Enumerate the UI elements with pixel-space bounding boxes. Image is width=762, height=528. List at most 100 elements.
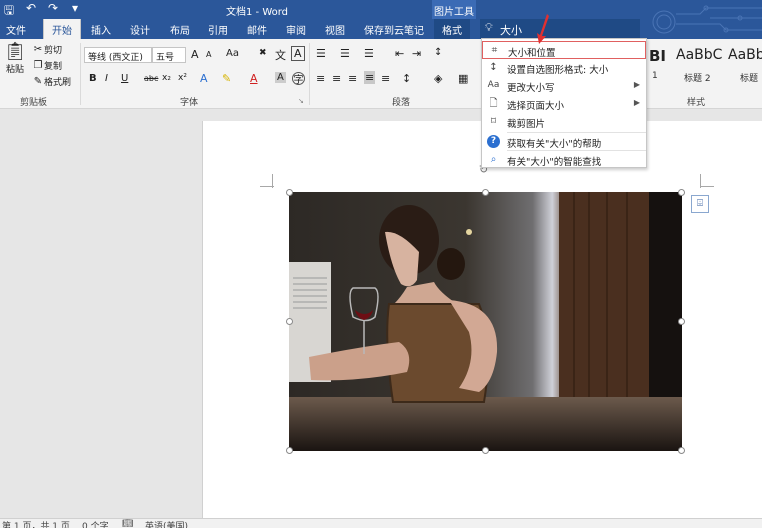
crop-mark — [700, 186, 714, 187]
resize-handle[interactable] — [482, 447, 489, 454]
resize-handle[interactable] — [678, 189, 685, 196]
submenu-arrow-icon: ▶ — [633, 80, 640, 89]
change-case-button[interactable]: Aa — [226, 48, 239, 59]
tab-design[interactable]: 设计 — [130, 22, 150, 37]
picture-tools-label: 图片工具 — [432, 0, 476, 19]
align-center-icon[interactable]: ≡ — [332, 72, 341, 85]
clipboard-group-label: 剪贴板 — [20, 98, 48, 108]
copy-button[interactable]: ❐ 复制 — [32, 59, 63, 73]
font-name-select[interactable]: 等线 (西文正) — [84, 47, 152, 63]
crop-icon: ⌑ — [490, 116, 497, 127]
menu-item-help[interactable]: ? 获取有关"大小"的帮助 — [482, 133, 646, 151]
menu-item-size-position[interactable]: ⌗ 大小和位置 — [482, 41, 646, 59]
status-bar: 第 1 页，共 1 页 0 个字 📖︎ 英语(美国) — [0, 518, 762, 528]
subscript-button[interactable]: x₂ — [162, 73, 171, 83]
resize-handle[interactable] — [286, 189, 293, 196]
paragraph-group-label: 段落 — [392, 98, 411, 108]
tab-insert[interactable]: 插入 — [91, 22, 111, 37]
copy-icon: ❐ — [33, 59, 43, 71]
resize-handle[interactable] — [286, 447, 293, 454]
numbering-icon[interactable]: ☰ — [340, 47, 350, 60]
proofing-icon[interactable]: 📖︎ — [122, 519, 133, 528]
align-left-icon[interactable]: ≡ — [316, 72, 325, 85]
title-decoration — [652, 5, 762, 34]
selected-picture[interactable] — [289, 192, 682, 451]
sort-icon[interactable]: ↕ — [434, 47, 442, 58]
resize-handle[interactable] — [482, 189, 489, 196]
layout-options-icon[interactable]: ⌹ — [691, 195, 709, 213]
shrink-font-button[interactable]: A — [206, 50, 211, 59]
resize-handle[interactable] — [678, 318, 685, 325]
resize-handle[interactable] — [286, 318, 293, 325]
line-spacing-icon[interactable]: ↕ — [402, 72, 411, 85]
format-painter-button[interactable]: ✎ 格式刷 — [32, 75, 71, 89]
font-dialog-launcher-icon[interactable]: ↘ — [298, 97, 304, 105]
underline-button[interactable]: U — [121, 73, 128, 84]
menu-item-crop[interactable]: ⌑ 裁剪图片 — [482, 113, 646, 131]
menu-item-smart-lookup[interactable]: ⌕ 有关"大小"的智能查找 — [482, 151, 646, 169]
tab-references[interactable]: 引用 — [208, 22, 228, 37]
lightbulb-icon: 💡︎ — [485, 21, 493, 34]
multilevel-list-icon[interactable]: ☰ — [364, 47, 374, 60]
grow-font-button[interactable]: A — [191, 48, 199, 61]
borders-icon[interactable]: ▦ — [458, 72, 468, 85]
picture-content — [289, 192, 682, 451]
superscript-button[interactable]: x² — [178, 73, 187, 83]
strikethrough-button[interactable]: abc — [144, 74, 158, 83]
char-shading-icon[interactable]: A — [275, 72, 286, 83]
copy-label: 复制 — [44, 62, 63, 72]
page-count[interactable]: 第 1 页，共 1 页 — [2, 519, 70, 528]
language-indicator[interactable]: 英语(美国) — [145, 519, 188, 528]
text-effects-icon[interactable]: A — [200, 72, 208, 85]
highlight-icon[interactable]: ✎ — [222, 72, 231, 85]
style-preview: AaBb — [728, 47, 762, 63]
font-color-icon[interactable]: A — [250, 72, 258, 85]
divider — [80, 43, 81, 105]
italic-button[interactable]: I — [105, 73, 108, 84]
smart-lookup-icon: ⌕ — [490, 154, 497, 165]
page-size-icon: 🗋︎ — [489, 98, 498, 109]
styles-group-label: 样式 — [687, 98, 706, 108]
resize-handle[interactable] — [678, 447, 685, 454]
help-icon: ? — [487, 135, 500, 148]
style-name: 标题 2 — [684, 74, 711, 84]
tell-me-input[interactable]: 大小 — [500, 24, 522, 37]
menu-item-label: 选择页面大小 — [507, 101, 565, 112]
paste-button[interactable]: 📋︎ 粘贴 — [4, 42, 27, 76]
cut-button[interactable]: ✂ 剪切 — [32, 43, 62, 57]
clear-format-icon[interactable]: ✖ — [259, 48, 267, 58]
phonetic-button[interactable]: 文 — [275, 47, 286, 63]
menu-item-change-case[interactable]: Aa 更改大小写 ▶ — [482, 77, 646, 95]
tab-review[interactable]: 审阅 — [286, 22, 306, 37]
bold-button[interactable]: B — [89, 73, 97, 84]
style-preview: AaBbC — [676, 47, 723, 63]
bullets-icon[interactable]: ☰ — [316, 47, 326, 60]
format-shape-icon: ↕ — [489, 62, 498, 73]
tab-home[interactable]: 开始 — [43, 19, 81, 39]
justify-icon[interactable]: ≡ — [364, 71, 376, 84]
char-border-button[interactable]: A — [291, 46, 305, 61]
scissors-icon: ✂ — [33, 43, 43, 55]
tab-layout[interactable]: 布局 — [170, 22, 190, 37]
word-count[interactable]: 0 个字 — [82, 519, 109, 528]
menu-item-label: 更改大小写 — [507, 83, 555, 94]
menu-item-format-shape[interactable]: ↕ 设置自选图形格式: 大小 — [482, 59, 646, 77]
submenu-arrow-icon: ▶ — [633, 98, 640, 107]
increase-indent-icon[interactable]: ⇥ — [412, 47, 421, 60]
tab-mailings[interactable]: 邮件 — [247, 22, 267, 37]
decrease-indent-icon[interactable]: ⇤ — [395, 47, 404, 60]
tab-view[interactable]: 视图 — [325, 22, 345, 37]
menu-item-label: 获取有关"大小"的帮助 — [507, 139, 602, 150]
tab-format[interactable]: 格式 — [434, 19, 470, 39]
enclose-char-icon[interactable]: 字 — [292, 72, 305, 86]
tell-me-box[interactable]: 💡︎ 大小 — [480, 19, 640, 39]
menu-item-page-size[interactable]: 🗋︎ 选择页面大小 ▶ — [482, 95, 646, 113]
font-size-select[interactable]: 五号 — [152, 47, 186, 63]
distributed-icon[interactable]: ≡ — [381, 72, 390, 85]
tab-file[interactable]: 文件 — [6, 22, 26, 37]
menu-item-label: 大小和位置 — [508, 48, 556, 59]
style-preview: BI — [649, 47, 667, 65]
tab-cloud-note[interactable]: 保存到云笔记 — [364, 22, 424, 37]
shading-icon[interactable]: ◈ — [434, 72, 442, 85]
align-right-icon[interactable]: ≡ — [348, 72, 357, 85]
